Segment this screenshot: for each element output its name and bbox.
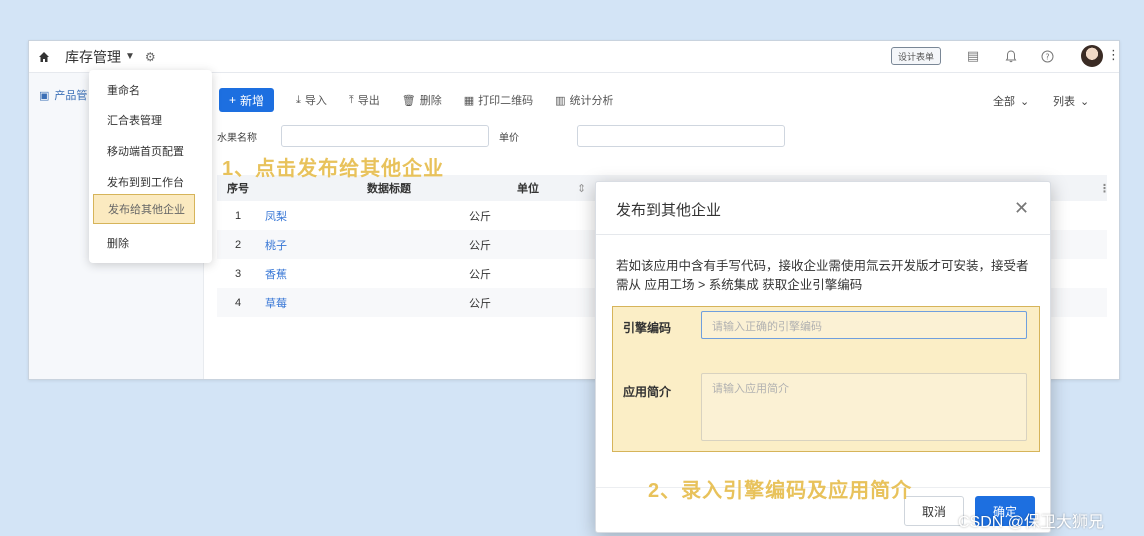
plus-icon: + — [229, 93, 237, 107]
chevron-down-icon: ⌄ — [1080, 95, 1090, 108]
cell-title[interactable]: 草莓 — [265, 295, 287, 311]
form-icon: ▣ — [39, 89, 50, 102]
print-qrcode-button[interactable]: ▦ 打印二维码 — [464, 92, 533, 108]
filter-all-label: 全部 — [993, 96, 1015, 108]
view-mode-label: 列表 — [1053, 96, 1075, 108]
add-button-label: 新增 — [240, 93, 265, 108]
cell-no: 3 — [235, 267, 242, 280]
cell-title[interactable]: 桃子 — [265, 237, 287, 253]
col-header-title[interactable]: 数据标题 — [367, 180, 411, 196]
import-icon: ⤓ — [296, 93, 301, 106]
cell-no: 1 — [235, 209, 242, 222]
design-form-button[interactable]: 设计表单 — [891, 47, 942, 65]
cell-unit: 公斤 — [469, 210, 491, 223]
cancel-button[interactable]: 取消 — [904, 496, 964, 526]
qrcode-icon: ▦ — [463, 94, 475, 107]
bell-icon[interactable] — [1003, 48, 1019, 64]
qrcode-label: 打印二维码 — [478, 95, 534, 107]
engine-code-label: 引擎编码 — [623, 321, 672, 335]
modal-description: 若如该应用中含有手写代码，接收企业需使用氚云开发版才可安装，接受者需从 应用工场… — [616, 259, 1029, 292]
view-mode-dropdown[interactable]: 列表 ⌄ — [1053, 93, 1089, 109]
more-vertical-icon[interactable]: ⋮ — [1107, 47, 1119, 63]
delete-label: 删除 — [419, 95, 442, 107]
watermark: CSDN @保卫大狮兄 — [958, 514, 1105, 531]
add-button[interactable]: + 新增 — [219, 88, 275, 112]
gear-icon[interactable]: ⚙ — [145, 50, 156, 64]
menu-item-summary[interactable]: 汇合表管理 — [107, 112, 162, 128]
menu-item-mobile-home[interactable]: 移动端首页配置 — [107, 143, 184, 159]
bar-chart-icon: ▥ — [555, 94, 566, 107]
toolbar: + 新增 ⤓ 导入 ⤒ 导出 🗑 删除 ▦ 打印二维码 ▥ 统计分析 — [219, 87, 614, 113]
import-button[interactable]: ⤓ 导入 — [296, 92, 327, 108]
context-menu: 重命名 汇合表管理 移动端首页配置 发布到到工作台 发布给其他企业 删除 — [89, 70, 212, 263]
modal-title: 发布到其他企业 — [616, 202, 722, 219]
cell-unit: 公斤 — [469, 239, 491, 252]
engine-code-input[interactable]: 请输入正确的引擎编码 — [701, 311, 1027, 339]
col-header-unit[interactable]: 单位 — [517, 180, 539, 196]
close-icon[interactable]: ✕ — [1014, 198, 1029, 219]
menu-item-publish-other[interactable]: 发布给其他企业 — [93, 194, 195, 224]
filter-bar: 水果名称 单价 — [217, 125, 785, 147]
cell-no: 2 — [235, 238, 242, 251]
home-icon[interactable] — [37, 50, 51, 64]
price-input[interactable] — [577, 125, 785, 147]
more-vertical-icon[interactable]: ⋮ — [1099, 182, 1110, 195]
app-title[interactable]: 库存管理 — [65, 47, 121, 67]
price-label: 单价 — [499, 132, 519, 144]
help-icon[interactable]: ? — [1039, 48, 1055, 64]
menu-item-rename[interactable]: 重命名 — [107, 82, 140, 98]
stats-button[interactable]: ▥ 统计分析 — [555, 92, 613, 108]
app-intro-textarea[interactable]: 请输入应用简介 — [701, 373, 1027, 441]
menu-item-delete[interactable]: 删除 — [107, 235, 129, 251]
svg-text:?: ? — [1045, 52, 1049, 61]
avatar[interactable] — [1081, 45, 1103, 67]
cell-unit: 公斤 — [469, 268, 491, 281]
col-header-no[interactable]: 序号 — [227, 180, 249, 196]
caret-down-icon[interactable]: ▼ — [125, 51, 135, 62]
annotation-step1: 1、点击发布给其他企业 — [222, 158, 445, 180]
export-icon: ⤒ — [348, 93, 354, 106]
cell-unit: 公斤 — [469, 297, 491, 310]
sort-icon[interactable]: ⇕ — [577, 182, 586, 195]
stats-label: 统计分析 — [569, 95, 614, 107]
form-section: 引擎编码 请输入正确的引擎编码 应用简介 请输入应用简介 — [612, 306, 1040, 452]
cell-title[interactable]: 香蕉 — [265, 266, 287, 282]
import-label: 导入 — [304, 95, 327, 107]
annotation-step2: 2、录入引擎编码及应用简介 — [648, 480, 913, 502]
export-button[interactable]: ⤒ 导出 — [349, 92, 380, 108]
form-icon[interactable]: ▤ — [965, 48, 981, 64]
export-label: 导出 — [357, 95, 380, 107]
menu-item-publish-workbench[interactable]: 发布到到工作台 — [107, 174, 184, 190]
fruit-name-label: 水果名称 — [217, 132, 257, 144]
fruit-name-input[interactable] — [281, 125, 489, 147]
cell-title[interactable]: 凤梨 — [265, 208, 287, 224]
delete-button[interactable]: 🗑 删除 — [402, 92, 442, 108]
sidebar-item-product[interactable]: ▣ 产品管 — [39, 87, 87, 103]
cell-no: 4 — [235, 296, 242, 309]
filter-all-dropdown[interactable]: 全部 ⌄ — [993, 93, 1029, 109]
chevron-down-icon: ⌄ — [1020, 95, 1030, 108]
sidebar-item-label: 产品管 — [54, 90, 88, 102]
trash-icon: 🗑 — [401, 94, 416, 107]
app-intro-label: 应用简介 — [623, 385, 672, 399]
divider — [596, 234, 1050, 235]
top-bar: 库存管理 ▼ ⚙ 设计表单 ▤ ? ⋮ — [29, 41, 1119, 73]
